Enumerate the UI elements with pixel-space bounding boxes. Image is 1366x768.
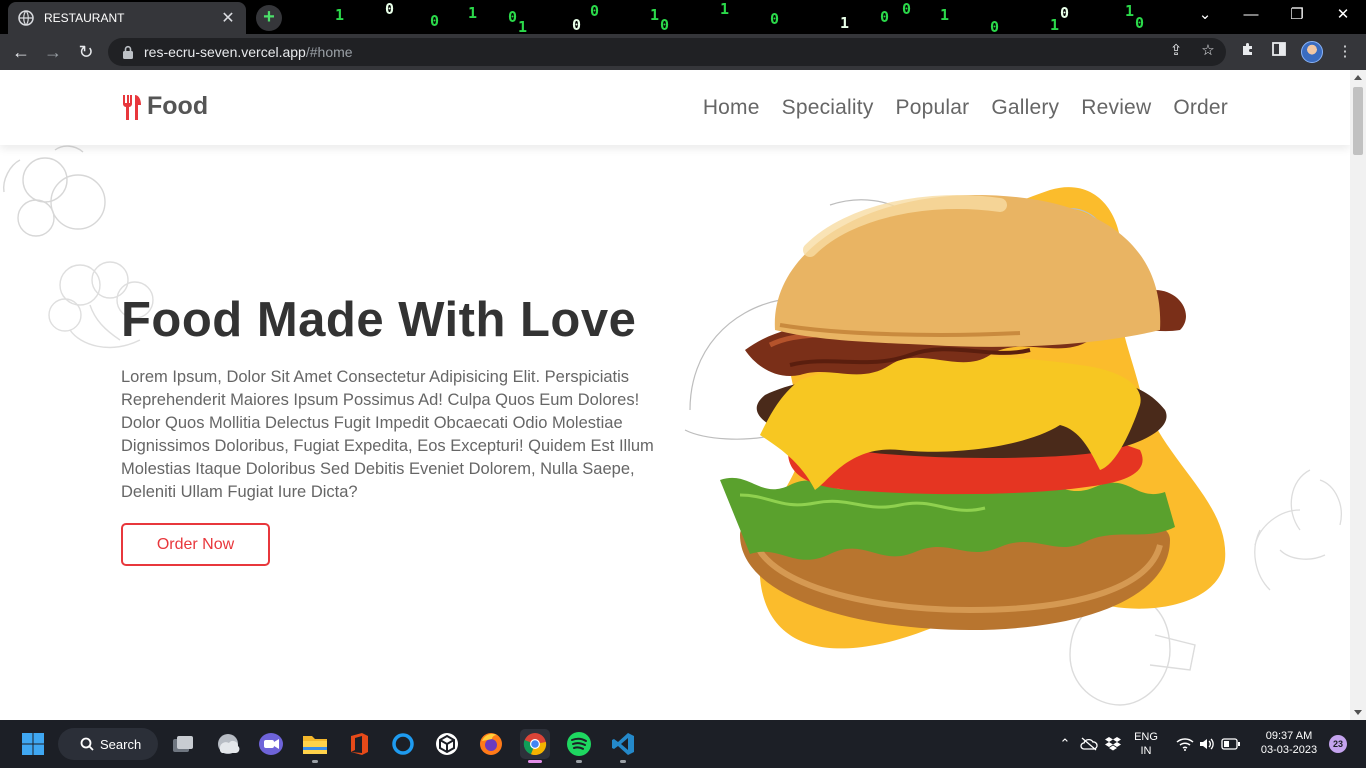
search-icon — [80, 737, 94, 751]
profile-avatar[interactable] — [1301, 41, 1323, 63]
vegetable-doodle-icon — [3, 145, 106, 237]
logo-text: Food — [147, 92, 209, 120]
browser-toolbar: ← → ↻ res-ecru-seven.vercel.app /#home ⇪… — [0, 34, 1366, 70]
reload-icon[interactable]: ↻ — [73, 40, 99, 64]
spotify-icon[interactable] — [564, 729, 594, 763]
site-header: Food Home Speciality Popular Gallery Rev… — [0, 70, 1350, 145]
matrix-glyph: 1 — [518, 18, 528, 34]
scrollbar-thumb[interactable] — [1353, 87, 1363, 155]
weather-icon[interactable] — [213, 729, 243, 759]
new-tab-button[interactable]: + — [256, 5, 282, 31]
browser-tab-active[interactable]: RESTAURANT ✕ — [8, 2, 246, 34]
matrix-glyph: 0 — [990, 18, 1000, 34]
close-window-button[interactable]: ✕ — [1320, 0, 1366, 34]
taskbar-search[interactable]: Search — [58, 728, 158, 760]
matrix-glyph: 0 — [1135, 14, 1145, 32]
extensions-puzzle-icon[interactable] — [1237, 41, 1259, 63]
page-scrollbar[interactable] — [1350, 70, 1366, 720]
matrix-glyph: 0 — [880, 8, 890, 26]
cortana-icon[interactable] — [388, 729, 418, 759]
address-bar[interactable]: res-ecru-seven.vercel.app /#home — [108, 38, 1226, 66]
windows-taskbar: Search ⌃ ENG IN 09:37 AM 03-03-2023 23 — [0, 720, 1366, 768]
unity-icon[interactable] — [432, 729, 462, 759]
file-explorer-icon[interactable] — [300, 729, 330, 763]
search-label: Search — [100, 736, 142, 752]
hero-title: Food Made With Love — [121, 293, 637, 347]
matrix-glyph: 1 — [650, 6, 660, 24]
vscode-icon[interactable] — [608, 729, 638, 763]
language-code: ENG — [1134, 731, 1158, 743]
main-nav: Home Speciality Popular Gallery Review O… — [681, 96, 1228, 120]
globe-icon — [18, 10, 34, 26]
office-icon[interactable] — [344, 729, 374, 759]
web-page: Food Home Speciality Popular Gallery Rev… — [0, 70, 1350, 720]
battery-icon[interactable] — [1216, 729, 1246, 759]
matrix-theme-background: 100101001101001001010 — [290, 0, 1190, 34]
forward-arrow-icon[interactable]: → — [40, 40, 66, 64]
matrix-glyph: 0 — [430, 12, 440, 30]
tab-title: RESTAURANT — [44, 11, 125, 25]
utensils-icon — [123, 94, 141, 120]
nav-link-speciality[interactable]: Speciality — [782, 96, 874, 120]
task-view-icon[interactable] — [168, 729, 198, 759]
url-host: res-ecru-seven.vercel.app — [144, 44, 306, 60]
firefox-icon[interactable] — [476, 729, 506, 759]
nav-link-review[interactable]: Review — [1081, 96, 1151, 120]
region-code: IN — [1140, 745, 1152, 757]
nav-link-popular[interactable]: Popular — [896, 96, 970, 120]
matrix-glyph: 0 — [902, 0, 912, 18]
side-panel-icon[interactable] — [1268, 41, 1290, 63]
tab-search-icon[interactable]: ⌄ — [1182, 0, 1228, 34]
matrix-glyph: 1 — [940, 6, 950, 24]
matrix-glyph: 0 — [660, 16, 670, 34]
back-arrow-icon[interactable]: ← — [8, 40, 34, 64]
nav-link-order[interactable]: Order — [1173, 96, 1228, 120]
matrix-glyph: 1 — [1125, 2, 1135, 20]
lock-icon — [123, 45, 133, 59]
parsley-doodle-icon — [1254, 469, 1342, 591]
matrix-glyph: 0 — [590, 2, 600, 20]
matrix-glyph: 1 — [1050, 16, 1060, 34]
nav-link-gallery[interactable]: Gallery — [991, 96, 1059, 120]
dropbox-icon[interactable] — [1098, 729, 1128, 759]
hero-description: Lorem Ipsum, Dolor Sit Amet Consectetur … — [121, 368, 654, 501]
matrix-glyph: 1 — [335, 6, 345, 24]
scroll-up-arrow-icon[interactable] — [1354, 75, 1362, 80]
running-indicator — [576, 760, 582, 763]
notification-badge[interactable]: 23 — [1329, 735, 1347, 753]
share-icon[interactable]: ⇪ — [1165, 40, 1187, 62]
matrix-glyph: 1 — [720, 0, 730, 18]
nav-link-home[interactable]: Home — [703, 96, 760, 120]
chrome-menu-icon[interactable]: ⋮ — [1334, 41, 1356, 63]
clock-time: 09:37 AM — [1265, 730, 1313, 742]
active-indicator — [528, 760, 542, 763]
matrix-glyph: 1 — [468, 4, 478, 22]
chrome-icon[interactable] — [520, 729, 550, 763]
matrix-glyph: 0 — [770, 10, 780, 28]
close-tab-icon[interactable]: ✕ — [220, 8, 236, 28]
scroll-down-arrow-icon[interactable] — [1354, 710, 1362, 715]
matrix-glyph: 0 — [1060, 4, 1070, 22]
matrix-glyph: 0 — [572, 16, 582, 34]
bookmark-star-icon[interactable]: ☆ — [1197, 40, 1219, 62]
order-now-button[interactable]: Order Now — [121, 523, 270, 566]
matrix-glyph: 0 — [385, 0, 395, 18]
minimize-button[interactable]: — — [1228, 0, 1274, 34]
tab-strip: 100101001101001001010 RESTAURANT ✕ + ⌄ —… — [0, 0, 1366, 34]
matrix-glyph: 1 — [840, 14, 850, 32]
meet-icon[interactable] — [256, 729, 286, 759]
clock[interactable]: 09:37 AM 03-03-2023 — [1252, 729, 1326, 757]
windows-start-icon[interactable] — [18, 729, 48, 759]
matrix-glyph: 0 — [508, 8, 518, 26]
clock-date: 03-03-2023 — [1260, 744, 1318, 756]
running-indicator — [620, 760, 626, 763]
language-indicator[interactable]: ENG IN — [1128, 730, 1164, 758]
url-path: /#home — [305, 44, 353, 60]
site-logo[interactable]: Food — [121, 92, 208, 121]
running-indicator — [312, 760, 318, 763]
burger-image — [684, 187, 1226, 649]
restore-button[interactable]: ❐ — [1274, 0, 1320, 34]
